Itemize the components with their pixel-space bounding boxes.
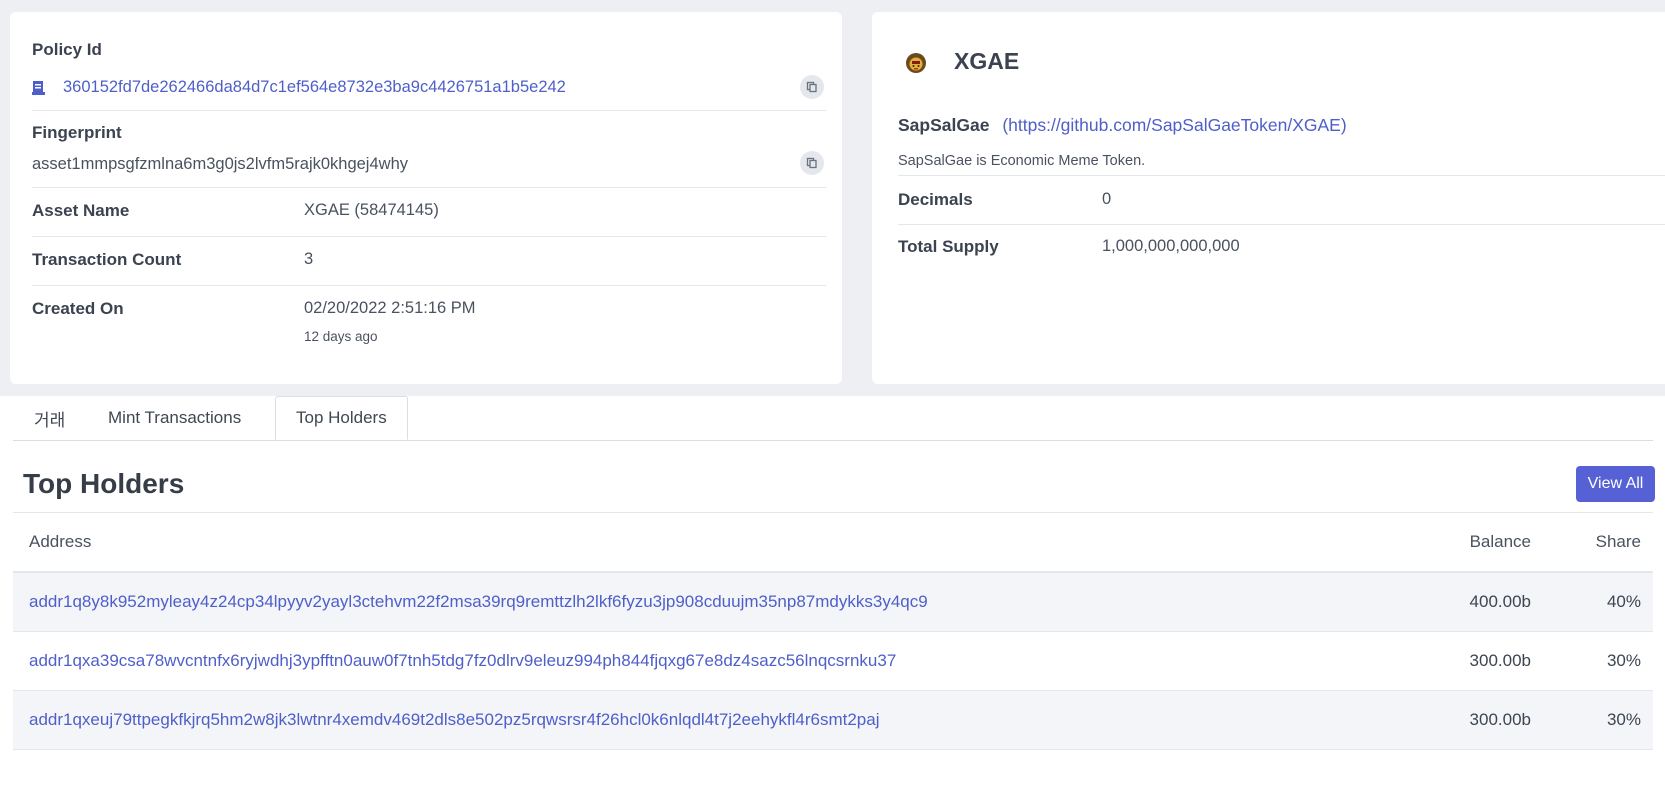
holder-address-link[interactable]: addr1qxa39csa78wvcntnfx6ryjwdhj3ypfftn0a… [29,632,896,690]
token-description: SapSalGae is Economic Meme Token. [898,153,1146,169]
script-icon [32,80,46,96]
fingerprint-value: asset1mmpsgfzmlna6m3g0js2lvfm5rajk0khgej… [32,155,408,173]
total-supply-field: Total Supply 1,000,000,000,000 [898,224,1665,272]
asset-name-value: XGAE (58474145) [304,201,439,219]
policy-id-field: Policy Id 360152fd7de262466da84d7c1ef564… [32,12,826,111]
holders-table: Address Balance Share addr1q8y8k952mylea… [13,512,1653,750]
asset-name-label: Asset Name [32,201,130,220]
column-balance: Balance [1469,532,1531,551]
tab-mint-transactions[interactable]: Mint Transactions [108,396,241,440]
table-row: addr1qxeuj79ttpegkfkjrq5hm2w8jk3lwtnr4xe… [13,691,1653,750]
fingerprint-field: Fingerprint asset1mmpsgfzmlna6m3g0js2lvf… [32,110,826,188]
copy-icon [806,81,817,93]
transaction-count-label: Transaction Count [32,250,182,269]
asset-name-field: Asset Name XGAE (58474145) [32,187,826,237]
policy-id-label: Policy Id [32,40,102,59]
transaction-count-value: 3 [304,250,314,268]
copy-icon [806,157,817,169]
asset-details: Policy Id 360152fd7de262466da84d7c1ef564… [0,8,1665,388]
table-row: addr1qxa39csa78wvcntnfx6ryjwdhj3ypfftn0a… [13,632,1653,691]
created-on-label: Created On [32,299,124,318]
column-address: Address [29,532,92,551]
transaction-count-field: Transaction Count 3 [32,236,826,286]
token-ticker: XGAE [954,48,1020,74]
tab-transactions[interactable]: 거래 [34,396,65,440]
holders-panel: 거래 Mint Transactions Top Holders Top Hol… [0,396,1665,802]
holder-share: 40% [1606,592,1641,611]
created-on-field: Created On 02/20/2022 2:51:16 PM 12 days… [32,285,826,365]
fingerprint-label: Fingerprint [32,123,122,142]
total-supply-value: 1,000,000,000,000 [1102,237,1240,255]
view-all-button[interactable]: View All [1576,466,1655,502]
created-on-relative: 12 days ago [304,329,378,344]
policy-id-link[interactable]: 360152fd7de262466da84d7c1ef564e8732e3ba9… [63,78,566,97]
decimals-field: Decimals 0 [898,176,1665,225]
sapsalgae-logo [904,50,928,74]
total-supply-label: Total Supply [898,237,999,256]
holder-balance: 300.00b [1469,651,1531,670]
holder-address-link[interactable]: addr1qxeuj79ttpegkfkjrq5hm2w8jk3lwtnr4xe… [29,691,880,749]
holder-share: 30% [1606,710,1641,729]
token-name: SapSalGae [898,115,990,135]
decimals-value: 0 [1102,190,1112,208]
holder-share: 30% [1606,651,1641,670]
holder-balance: 400.00b [1469,592,1531,611]
copy-fingerprint-button[interactable] [800,151,824,175]
decimals-label: Decimals [898,190,973,209]
token-url-link[interactable]: (https://github.com/SapSalGaeToken/XGAE) [1002,115,1346,135]
table-header: Address Balance Share [13,512,1653,573]
tab-bar: 거래 Mint Transactions Top Holders [13,396,1653,441]
created-on-value: 02/20/2022 2:51:16 PM [304,299,476,317]
holder-balance: 300.00b [1469,710,1531,729]
column-share: Share [1595,532,1641,551]
copy-policy-button[interactable] [800,75,824,99]
asset-info-card: Policy Id 360152fd7de262466da84d7c1ef564… [10,12,842,384]
section-title: Top Holders [23,468,185,499]
tab-top-holders[interactable]: Top Holders [275,396,408,440]
table-row: addr1q8y8k952myleay4z24cp34lpyyv2yayl3ct… [13,573,1653,632]
token-metadata-card: XGAE SapSalGae (https://github.com/SapSa… [872,12,1665,384]
holder-address-link[interactable]: addr1q8y8k952myleay4z24cp34lpyyv2yayl3ct… [29,573,928,631]
